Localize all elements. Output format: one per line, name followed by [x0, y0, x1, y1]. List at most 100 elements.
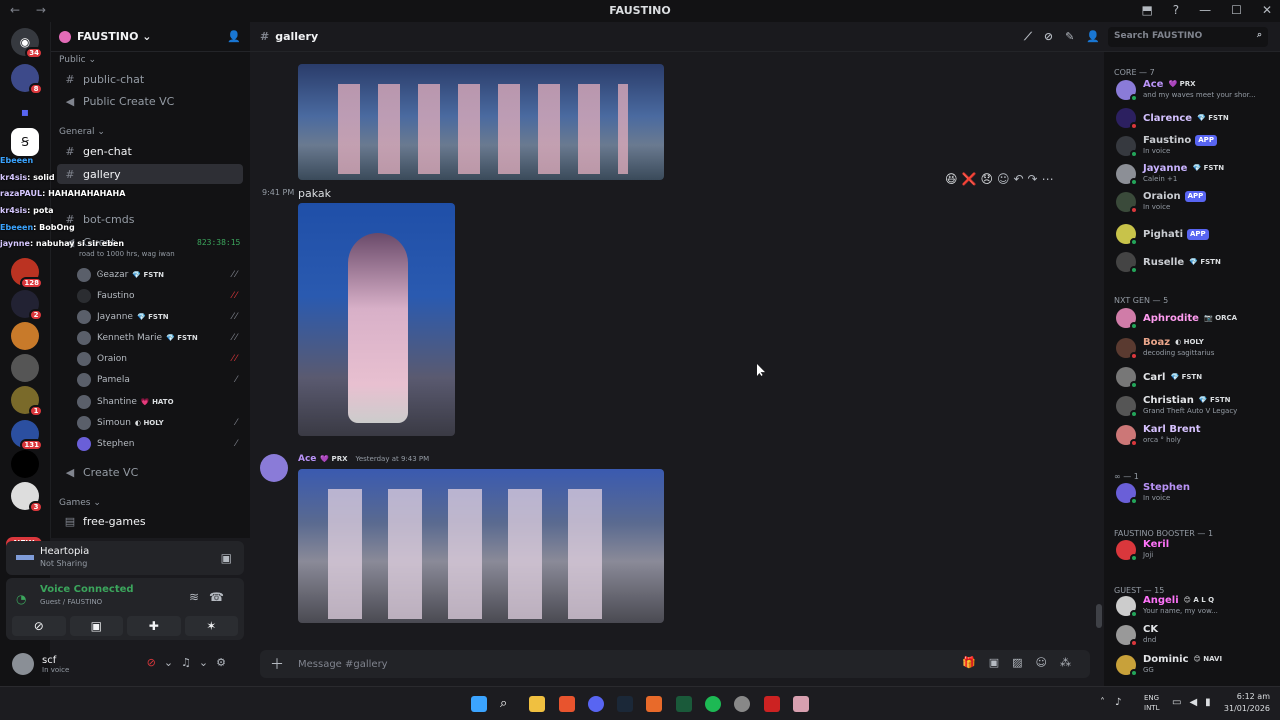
start-icon[interactable]	[471, 696, 487, 712]
avatar	[77, 352, 91, 366]
gallery-image-2[interactable]	[298, 203, 455, 436]
server-icon[interactable]	[11, 450, 39, 478]
author-name[interactable]: Ace	[298, 454, 316, 464]
avatar[interactable]	[260, 454, 288, 482]
minimize-button[interactable]: —	[1199, 3, 1211, 17]
invite-icon[interactable]: 👤	[227, 30, 241, 43]
voice-user[interactable]: Pamela ⁄	[77, 371, 243, 389]
steam-icon[interactable]	[617, 696, 633, 712]
network-volume-battery-icons[interactable]: ▭◀▮	[1172, 697, 1219, 708]
voice-user[interactable]: Ꮆeazar 💎 FSTN ⁄⁄	[77, 266, 243, 284]
gallery-image-3[interactable]	[298, 469, 664, 623]
server-boost-icon	[59, 30, 71, 43]
voice-user[interactable]: Jayanne 💎 FSTN ⁄⁄	[77, 308, 243, 326]
member-item[interactable]: Boaz ◐ HOLY decoding sagittarius	[1110, 334, 1276, 362]
server-icon[interactable]: 131	[11, 420, 43, 451]
gallery-image-1[interactable]	[298, 64, 664, 180]
channel-sidebar: FAUSTINO ⌄ 👤 Public ⌄ # public-chat ◀ Publ…	[50, 22, 251, 538]
screen-share-button[interactable]: ▣	[69, 616, 123, 636]
app-icon[interactable]	[676, 696, 692, 712]
search-input[interactable]: Search FAUSTINO ⌕	[1108, 27, 1268, 47]
message-hover-toolbar[interactable]: 😆❌😞☺↶↷⋯	[945, 172, 1058, 186]
category-public[interactable]: Public ⌄	[59, 55, 96, 65]
member-item[interactable]: Ace 💜 PRX and my waves meet your shor...	[1110, 76, 1276, 104]
folder-icon[interactable]: ▪	[11, 98, 39, 126]
reaction-emojis[interactable]: 😆❌😞	[945, 172, 997, 186]
category-general[interactable]: General ⌄	[59, 127, 105, 137]
server-icon[interactable]	[11, 354, 39, 382]
activities-button[interactable]: ✚	[127, 616, 181, 636]
voice-user[interactable]: Kenneth Marie 💎 FSTN ⁄⁄	[77, 329, 243, 347]
member-item[interactable]: Christian 💎 FSTN Grand Theft Auto V Legacy	[1110, 392, 1276, 420]
clock[interactable]: 6:12 am 31/01/2026	[1224, 691, 1270, 715]
member-item[interactable]: Angeli 😊 A L Q Your name, my vow...	[1110, 592, 1276, 620]
maximize-button[interactable]: ☐	[1231, 3, 1242, 17]
channel-public-chat[interactable]: # public-chat	[57, 69, 243, 89]
header-actions-icons[interactable]: ⟋⊘✎👤	[1024, 30, 1112, 44]
more-actions-icons[interactable]: ☺↶↷⋯	[997, 172, 1058, 186]
voice-user[interactable]: Simoun ◐ HOLY ⁄	[77, 414, 243, 432]
channel-create-vc[interactable]: ◀ Create VC	[57, 462, 243, 482]
server-icon[interactable]: 2	[11, 290, 43, 321]
app-icon[interactable]	[646, 696, 662, 712]
help-icon[interactable]: ?	[1173, 3, 1179, 17]
brave-icon[interactable]	[559, 696, 575, 712]
channel-free-games[interactable]: ▤ free-games	[57, 511, 243, 531]
mic-headset-settings-icons[interactable]: ⊘⌄♫⌄⚙	[147, 656, 234, 669]
message-input[interactable]: Message #gallery	[298, 659, 388, 670]
composer-actions-icons[interactable]: 🎁▣▨☺⁂	[962, 656, 1084, 669]
member-item[interactable]: Stephen In voice	[1110, 479, 1276, 507]
server-icon[interactable]: 8	[11, 64, 43, 95]
member-item[interactable]: Keril Joji	[1110, 536, 1276, 564]
discord-icon[interactable]	[588, 696, 604, 712]
close-button[interactable]: ✕	[1262, 3, 1272, 17]
app-icon[interactable]	[793, 696, 809, 712]
discord-home-icon[interactable]: ◉ 34	[11, 28, 43, 59]
member-item[interactable]: Jayanne 💎 FSTN Calein +1	[1110, 160, 1276, 188]
member-item[interactable]: Aphrodite 📷 ORCA	[1110, 304, 1276, 332]
member-item[interactable]: Karl Brent orca ° holy	[1110, 421, 1276, 449]
message-composer[interactable]: ＋ Message #gallery 🎁▣▨☺⁂	[260, 650, 1090, 678]
spotify-icon[interactable]	[705, 696, 721, 712]
share-screen-icon[interactable]: ▣	[221, 551, 232, 565]
noise-disconnect-icons[interactable]: ≋☎	[189, 590, 234, 604]
add-attachment-icon[interactable]: ＋	[270, 654, 284, 674]
member-item[interactable]: Clarence 💎 FSTN	[1110, 104, 1276, 132]
camera-off-button[interactable]: ⊘	[12, 616, 66, 636]
voice-user[interactable]: Stephen ⁄	[77, 435, 243, 453]
voice-status[interactable]: Voice Connected	[40, 584, 134, 595]
channel-public-create-vc[interactable]: ◀ Public Create VC	[57, 91, 243, 111]
member-item[interactable]: Ruselle 💎 FSTN	[1110, 248, 1276, 276]
app-icon[interactable]	[764, 696, 780, 712]
system-tray-icons[interactable]: ˄♪	[1100, 697, 1131, 708]
member-item[interactable]: Pighati APP	[1110, 220, 1276, 248]
faustino-server-icon[interactable]: Ꞩ	[11, 128, 39, 156]
file-explorer-icon[interactable]	[529, 696, 545, 712]
server-header[interactable]: FAUSTINO ⌄ 👤	[51, 22, 251, 52]
voice-channel-path[interactable]: Guest / FAUSTINO	[40, 598, 102, 606]
category-games[interactable]: Games ⌄	[59, 498, 101, 508]
server-icon[interactable]: 1	[11, 386, 43, 417]
voice-user[interactable]: Shantine 💗 HATO	[77, 393, 243, 411]
scrollbar[interactable]	[1096, 52, 1102, 682]
voice-user[interactable]: Faustino ⁄⁄	[77, 287, 243, 305]
avatar[interactable]	[12, 653, 34, 675]
inbox-icon[interactable]: ⬒	[1141, 3, 1152, 17]
unread-badge: 8	[29, 83, 43, 95]
voice-user[interactable]: Oraion ⁄⁄	[77, 350, 243, 368]
scrollbar-thumb[interactable]	[1096, 604, 1102, 628]
app-icon[interactable]	[734, 696, 750, 712]
member-item[interactable]: Oraion APP In voice	[1110, 188, 1276, 216]
member-item[interactable]: CK dnd	[1110, 621, 1276, 649]
server-icon[interactable]: 128	[11, 258, 43, 289]
search-icon[interactable]: ⌕	[500, 696, 516, 712]
pizzeria-server-icon[interactable]	[11, 322, 39, 350]
member-item[interactable]: Carl 💎 FSTN	[1110, 363, 1276, 391]
soundboard-button[interactable]: ✶	[184, 616, 238, 636]
member-item[interactable]: Faustino APP In voice	[1110, 132, 1276, 160]
member-item[interactable]: Dominic 😊 NAVI GG	[1110, 651, 1276, 679]
member-activity: Calein +1	[1143, 175, 1178, 183]
server-icon[interactable]: 3	[11, 482, 43, 513]
language-indicator[interactable]: ENG INTL	[1144, 693, 1159, 713]
member-name: Karl Brent	[1143, 424, 1201, 435]
